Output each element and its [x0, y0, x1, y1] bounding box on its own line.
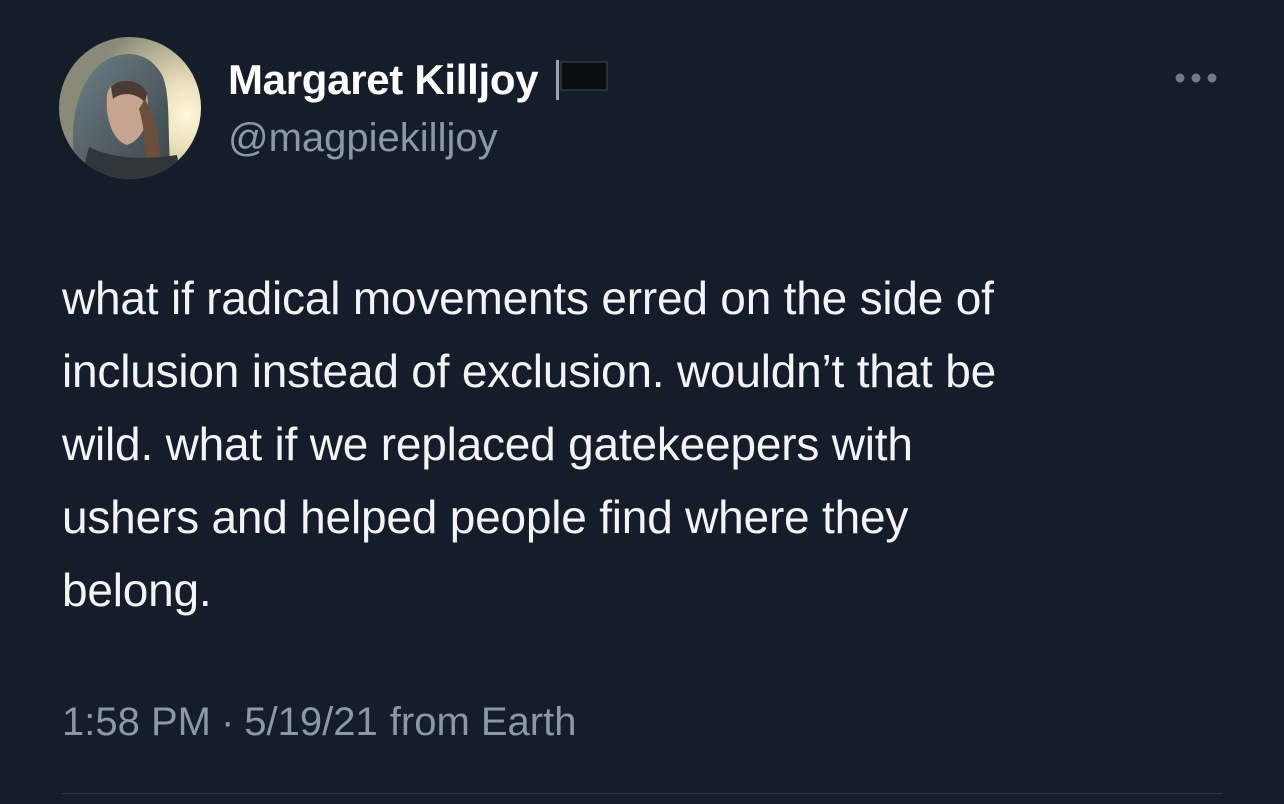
display-name[interactable]: Margaret Killjoy	[228, 56, 539, 104]
more-horizontal-icon	[1175, 73, 1217, 83]
tweet-text: what if radical movements erred on the s…	[62, 272, 996, 616]
tweet-metadata: 1:58 PM · 5/19/21 from Earth	[62, 700, 576, 745]
meta-separator: ·	[220, 700, 235, 744]
avatar[interactable]	[59, 37, 201, 179]
tweet-source: from Earth	[389, 700, 577, 744]
author-name-row: Margaret Killjoy	[228, 52, 610, 108]
avatar-image	[59, 37, 201, 179]
more-options-button[interactable]	[1168, 60, 1224, 96]
tweet-card: Margaret Killjoy @magpiekilljoy what if …	[0, 0, 1284, 804]
black-flag-icon	[554, 58, 610, 102]
user-handle[interactable]: @magpiekilljoy	[228, 116, 498, 161]
divider	[62, 793, 1222, 794]
tweet-date[interactable]: 5/19/21	[244, 700, 377, 745]
tweet-time[interactable]: 1:58 PM	[62, 700, 211, 745]
